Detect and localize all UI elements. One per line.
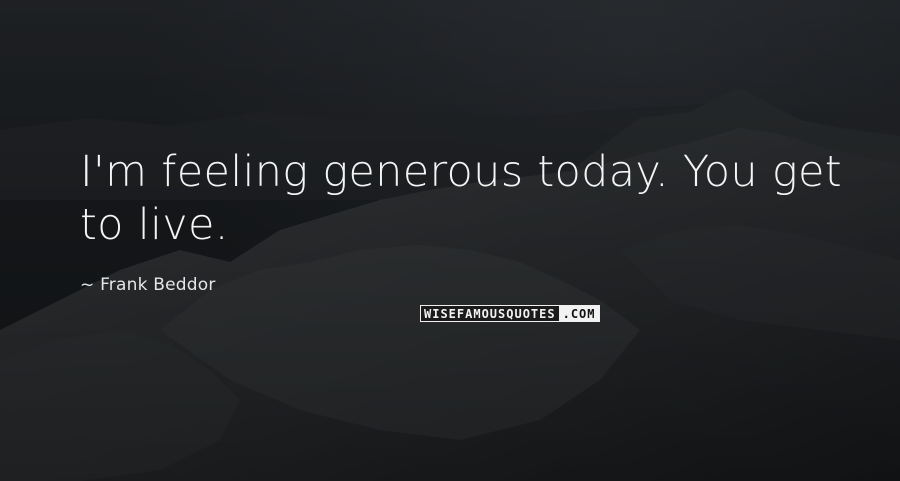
author-name: Frank Beddor — [100, 275, 216, 295]
quote-text: I'm feeling generous today. You get to l… — [80, 147, 842, 250]
author-dash: ~ — [80, 275, 95, 295]
watermark-right-text: .COM — [558, 305, 600, 322]
quote-card: I'm feeling generous today. You get to l… — [0, 0, 900, 481]
author-line: ~ Frank Beddor — [80, 275, 216, 295]
watermark-left-text: WISEFAMOUSQUOTES — [420, 305, 559, 322]
wisefamousquotes-watermark-logo: WISEFAMOUSQUOTES .COM — [420, 305, 620, 322]
